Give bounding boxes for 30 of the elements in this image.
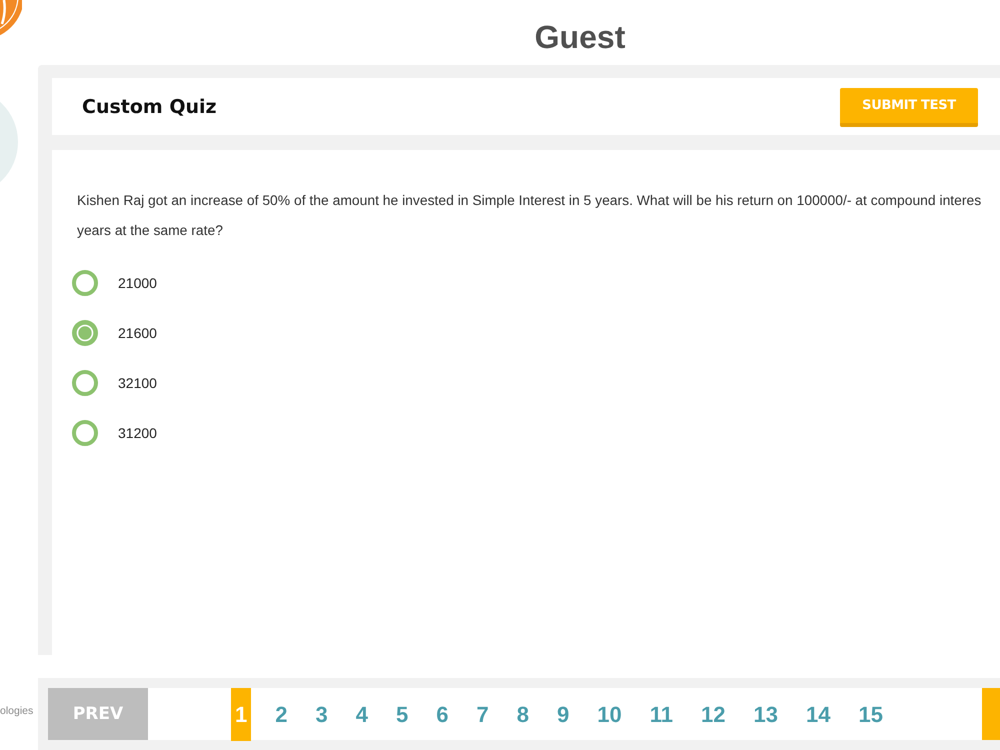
prev-button[interactable]: PREV [48,688,148,740]
option-label[interactable]: 21600 [118,325,157,341]
page-button[interactable]: 6 [432,688,452,741]
page-button[interactable]: 2 [271,688,292,741]
page-button[interactable]: 11 [646,688,677,741]
page-button[interactable]: 12 [697,688,730,741]
radio-button[interactable] [72,370,98,396]
question-text: years at the same rate? [77,221,223,240]
page-button[interactable]: 4 [352,688,372,741]
page-title: Guest [534,18,626,56]
question-text: Kishen Raj got an increase of 50% of the amount he invested in Simple Interest in 5 years. What will be his return on 100000/- at compound interes [77,191,982,210]
page-button[interactable]: 7 [472,688,493,741]
radio-button[interactable] [72,420,98,446]
page-button[interactable]: 3 [312,688,332,741]
page-button[interactable]: 10 [593,688,626,741]
footer-text: ologies [0,704,34,718]
page-button[interactable]: 13 [749,688,782,741]
page-button[interactable]: 5 [392,688,412,741]
page-button[interactable]: 1 [231,688,252,741]
quiz-title: Custom Quiz [82,96,217,118]
option-label[interactable]: 21000 [118,275,157,291]
radio-button[interactable] [72,320,98,346]
option-label[interactable]: 32100 [118,375,157,391]
page-button[interactable]: 15 [854,688,887,741]
page-button[interactable]: 9 [553,688,574,741]
page-button[interactable]: 8 [512,688,533,741]
submit-button[interactable]: SUBMIT TEST [840,88,978,127]
radio-button[interactable] [72,270,98,296]
option-label[interactable]: 31200 [118,425,157,441]
page-button[interactable]: 14 [802,688,834,741]
